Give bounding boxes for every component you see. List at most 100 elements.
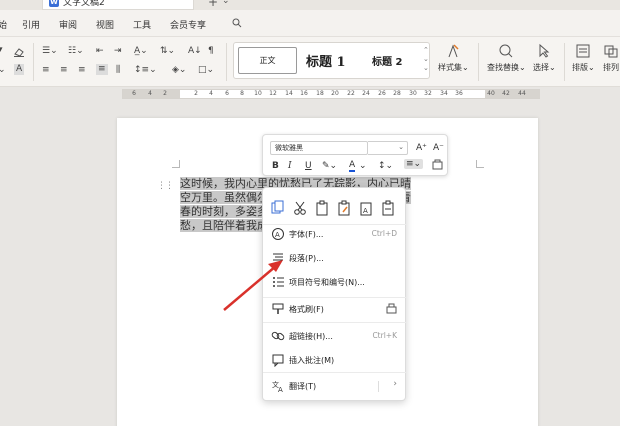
ruler-tick: 30 (409, 90, 417, 97)
chevron-right-icon: › (393, 379, 397, 389)
highlight-button[interactable]: ✎⌄ (322, 161, 337, 171)
menu-item-label: 超链接(H)... (289, 332, 333, 341)
chevron-down-icon[interactable]: ⌄ (0, 65, 6, 76)
style-scroll-arrows[interactable]: ⌃ ⌄ ⌄ (423, 46, 429, 73)
menu-item-insert-comment[interactable]: 插入批注(M) (263, 351, 407, 369)
partial-tool-icon[interactable]: ▾ (0, 45, 3, 56)
ruler-tick: 22 (347, 90, 355, 97)
line-spacing-icon[interactable]: ↕≡⌄ (134, 65, 157, 76)
align-center-icon[interactable]: ≡ (60, 65, 68, 76)
paste-text-only-icon[interactable]: A (359, 200, 373, 216)
menu-item-bullets-numbering[interactable]: 项目符号和编号(N)... (263, 273, 407, 291)
menu-item-paragraph[interactable]: 段落(P)... (263, 249, 407, 267)
sort-icon[interactable]: ⇅⌄ (160, 46, 175, 57)
cut-icon[interactable] (293, 200, 307, 216)
border-icon[interactable]: □⌄ (198, 65, 214, 76)
style-normal[interactable]: 正文 (238, 47, 297, 74)
grow-font-button[interactable]: A⁺ (416, 143, 427, 153)
select-button[interactable]: 选择⌄ (533, 43, 556, 73)
divider (33, 43, 34, 81)
char-shading-icon[interactable]: A (14, 64, 25, 75)
decrease-indent-icon[interactable]: ⇤ (96, 46, 104, 57)
text-direction-icon[interactable]: A↓ (188, 46, 202, 57)
style-heading-1[interactable]: 标题 1 (306, 51, 346, 70)
line-spacing-icon[interactable]: ↕⌄ (378, 161, 393, 171)
bullet-list-icon[interactable]: ☰⌄ (42, 46, 58, 57)
paragraph-icon (273, 253, 283, 264)
align-icon[interactable]: ≡⌄ (404, 159, 424, 169)
paste-keep-format-icon[interactable] (337, 200, 351, 216)
menu-bar: 始 引用 审阅 视图 工具 会员专享 (0, 10, 620, 37)
menu-member[interactable]: 会员专享 (170, 18, 206, 31)
format-painter-pin-icon[interactable] (386, 303, 397, 314)
cursor-icon (539, 43, 550, 58)
divider (226, 43, 227, 81)
justify-icon[interactable]: ≡ (96, 64, 108, 75)
find-replace-label: 查找替换 (487, 63, 519, 72)
paragraph-settings-icon[interactable] (432, 159, 443, 170)
chinese-layout-icon[interactable]: A̲⌄ (134, 46, 148, 57)
paste-icon[interactable] (315, 200, 329, 216)
align-left-icon[interactable]: ≡ (42, 65, 50, 76)
bold-button[interactable]: B (272, 161, 279, 171)
ruler-tick: 32 (424, 90, 432, 97)
menu-item-font[interactable]: A 字体(F)... Ctrl+D (263, 225, 407, 243)
divider (564, 43, 565, 81)
ruler-tick: 42 (502, 90, 510, 97)
font-color-button[interactable]: A (349, 160, 356, 172)
horizontal-ruler[interactable]: 6 4 2 2 4 6 8 10 12 14 16 18 20 22 24 26… (122, 89, 540, 99)
layout-icon (576, 44, 590, 58)
menu-divider (263, 297, 407, 298)
underline-button[interactable]: U (305, 161, 312, 171)
chevron-down-icon[interactable]: ⌄ (222, 0, 230, 6)
document-tab[interactable]: W 文字文稿2 (42, 0, 194, 10)
font-size-select[interactable]: ⌄ (368, 141, 408, 155)
copy-icon[interactable] (271, 200, 285, 216)
font-icon: A (272, 228, 284, 240)
menu-home[interactable]: 始 (0, 18, 7, 31)
ruler-tick: 40 (487, 90, 495, 97)
styles-set-icon (448, 44, 459, 58)
paste-special-icon[interactable] (381, 200, 395, 216)
context-menu: A A 字体(F)... Ctrl+D 段落(P)... 项目符号和编号(N).… (262, 187, 407, 401)
distribute-icon[interactable]: ⫼ (116, 65, 120, 76)
style-heading-2[interactable]: 标题 2 (372, 53, 402, 68)
layout-button[interactable]: 排版⌄ (572, 43, 595, 73)
paragraph-drag-handle[interactable]: ⋮⋮ (157, 181, 174, 191)
menu-view[interactable]: 视图 (96, 18, 114, 31)
ruler-tick: 6 (225, 90, 229, 97)
new-tab-button[interactable]: + (208, 0, 218, 9)
styles-set-button[interactable]: 样式集⌄ (438, 43, 469, 73)
svg-text:A: A (275, 231, 280, 239)
find-replace-button[interactable]: 查找替换⌄ (487, 43, 526, 73)
search-icon[interactable] (232, 18, 242, 28)
menu-item-shortcut: Ctrl+D (371, 229, 397, 238)
ruler-tick: 4 (148, 90, 152, 97)
translate-icon: 文A (272, 380, 283, 393)
ruler-tick: 26 (378, 90, 386, 97)
menu-tools[interactable]: 工具 (133, 18, 151, 31)
shrink-font-button[interactable]: A⁻ (433, 143, 444, 153)
find-icon (499, 44, 513, 58)
chevron-down-icon: ⌄ (398, 143, 404, 151)
menu-item-format-painter[interactable]: 格式刷(F) (263, 300, 407, 318)
shading-icon[interactable]: ◈⌄ (172, 65, 186, 76)
menu-divider (378, 381, 379, 392)
increase-indent-icon[interactable]: ⇥ (114, 46, 122, 57)
menu-item-translate[interactable]: 文A 翻译(T) › (263, 377, 407, 395)
menu-review[interactable]: 审阅 (59, 18, 77, 31)
chevron-down-icon[interactable]: ⌄ (359, 161, 367, 171)
menu-references[interactable]: 引用 (22, 18, 40, 31)
ruler-tick: 36 (455, 90, 463, 97)
numbered-list-icon[interactable]: ☷⌄ (68, 46, 84, 57)
eraser-icon[interactable] (13, 47, 25, 57)
svg-text:A: A (363, 207, 368, 215)
font-name-select[interactable]: 微软雅黑 (270, 141, 368, 155)
show-marks-icon[interactable]: ¶ (208, 46, 214, 57)
svg-text:A: A (278, 386, 283, 393)
format-painter-icon (272, 303, 284, 314)
italic-button[interactable]: I (288, 161, 292, 171)
arrange-button[interactable]: 排列 (603, 43, 619, 73)
menu-item-hyperlink[interactable]: 超链接(H)... Ctrl+K (263, 327, 407, 345)
align-right-icon[interactable]: ≡ (78, 65, 86, 76)
